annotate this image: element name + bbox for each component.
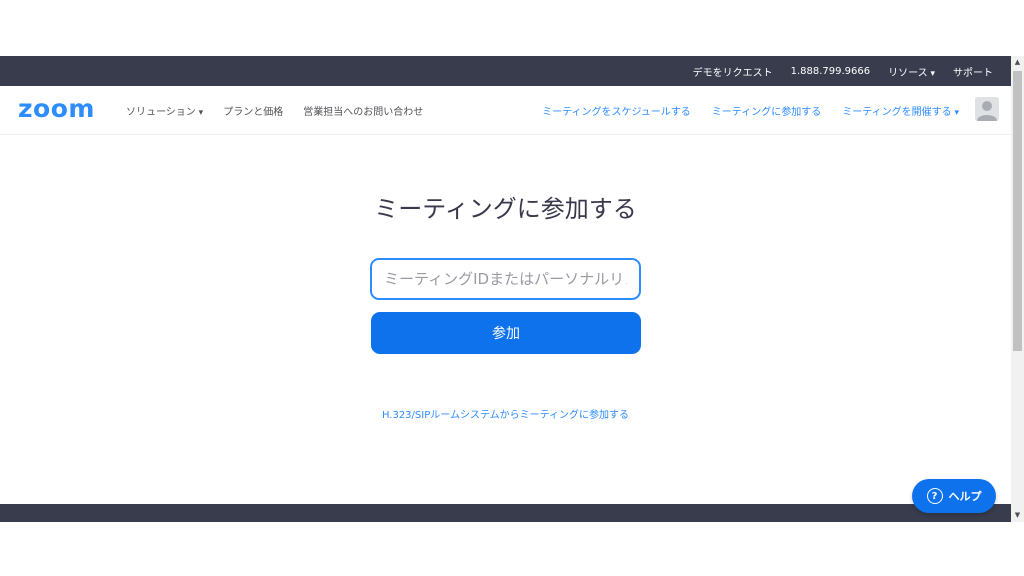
sip-room-system-link: H.323/SIPルームシステムからミーティングに参加する bbox=[0, 406, 1011, 421]
contact-sales-link[interactable]: 営業担当へのお問い合わせ bbox=[303, 103, 423, 118]
phone-number[interactable]: 1.888.799.9666 bbox=[791, 66, 871, 77]
vertical-scrollbar[interactable]: ▲ ▼ bbox=[1011, 56, 1024, 522]
main-navbar: zoom ソリューション プランと価格 営業担当へのお問い合わせ ミーティングを… bbox=[0, 86, 1011, 135]
question-circle-icon: ? bbox=[926, 488, 943, 504]
scroll-up-arrow-icon[interactable]: ▲ bbox=[1011, 56, 1024, 69]
page-title: ミーティングに参加する bbox=[374, 195, 637, 223]
scroll-down-arrow-icon[interactable]: ▼ bbox=[1011, 509, 1024, 522]
schedule-meeting-link[interactable]: ミーティングをスケジュールする bbox=[542, 103, 691, 118]
browser-viewport: デモをリクエスト 1.888.799.9666 リソース サポート zoom ソ… bbox=[0, 56, 1024, 522]
top-utility-links: デモをリクエスト 1.888.799.9666 リソース サポート bbox=[693, 56, 993, 86]
host-meeting-menu[interactable]: ミーティングを開催する bbox=[842, 103, 959, 118]
help-button[interactable]: ? ヘルプ bbox=[912, 479, 996, 513]
join-meeting-link[interactable]: ミーティングに参加する bbox=[712, 103, 821, 118]
footer-bar bbox=[0, 504, 1011, 522]
user-avatar-icon[interactable] bbox=[975, 97, 999, 121]
plans-pricing-link[interactable]: プランと価格 bbox=[223, 103, 283, 118]
solutions-menu[interactable]: ソリューション bbox=[126, 103, 203, 118]
scroll-thumb[interactable] bbox=[1013, 71, 1022, 351]
help-label: ヘルプ bbox=[948, 490, 982, 503]
support-link[interactable]: サポート bbox=[953, 64, 993, 79]
request-demo-link[interactable]: デモをリクエスト bbox=[693, 64, 773, 79]
nav-right-menu: ミーティングをスケジュールする ミーティングに参加する ミーティングを開催する bbox=[542, 86, 959, 134]
nav-left-menu: ソリューション プランと価格 営業担当へのお問い合わせ bbox=[126, 86, 423, 134]
meeting-id-input[interactable] bbox=[370, 258, 641, 300]
top-utility-bar: デモをリクエスト 1.888.799.9666 リソース サポート bbox=[0, 56, 1011, 86]
sip-room-system-link-text[interactable]: H.323/SIPルームシステムからミーティングに参加する bbox=[382, 410, 629, 421]
zoom-logo[interactable]: zoom bbox=[18, 94, 95, 123]
join-button[interactable]: 参加 bbox=[371, 312, 641, 354]
resources-menu[interactable]: リソース bbox=[888, 64, 935, 79]
